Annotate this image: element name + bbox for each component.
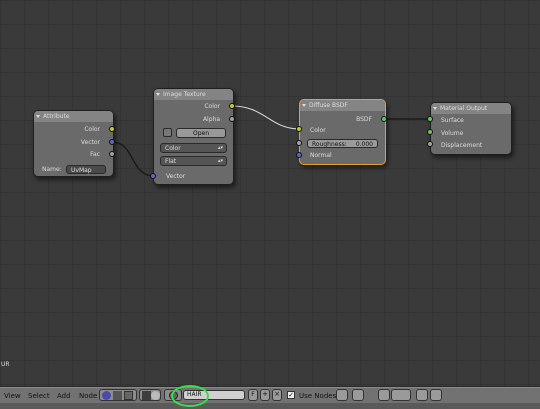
diffuse-bsdf-node[interactable]: Diffuse BSDF BSDF Color Roughness: 0.000…: [299, 99, 386, 165]
snap-element-dropdown[interactable]: [391, 389, 411, 401]
paste-nodes-button[interactable]: [430, 389, 442, 401]
material-displacement-input-socket[interactable]: [427, 141, 433, 147]
attribute-node-title: Attribute: [43, 113, 70, 120]
attribute-color-socket[interactable]: [109, 126, 115, 132]
backdrop-button[interactable]: [336, 389, 348, 401]
menu-select[interactable]: Select: [28, 392, 50, 401]
world-icon: [151, 391, 160, 400]
node-links: [111, 105, 431, 177]
color-space-value: Color: [165, 145, 181, 152]
unlink-material-button[interactable]: ×: [272, 389, 282, 401]
fake-user-button[interactable]: F: [248, 389, 258, 401]
viewport-corner-label: UR: [1, 361, 10, 368]
link-image-color-to-diffuse-color: [231, 105, 301, 130]
node-editor-canvas[interactable]: Attribute Color Vector Fac Name: UvMap I…: [0, 0, 540, 386]
attribute-output-color-label: Color: [84, 126, 100, 133]
image-texture-color-socket[interactable]: [229, 103, 235, 109]
shader-sphere-icon: [102, 391, 111, 400]
collapse-triangle-icon[interactable]: [156, 93, 160, 96]
object-world-selector[interactable]: [139, 389, 161, 401]
use-nodes-label: Use Nodes: [299, 392, 337, 400]
attribute-fac-socket[interactable]: [109, 151, 115, 157]
object-icon: [142, 391, 151, 400]
material-output-node-title: Material Output: [440, 105, 488, 112]
link-attribute-vector-to-image-vector: [111, 141, 155, 177]
diffuse-input-normal-label: Normal: [310, 152, 332, 159]
menu-add[interactable]: Add: [57, 392, 71, 401]
diffuse-bsdf-output-socket[interactable]: [381, 116, 387, 122]
roughness-value: 0.000: [355, 141, 373, 148]
image-browse-icon[interactable]: [163, 128, 172, 137]
diffuse-bsdf-node-title: Diffuse BSDF: [309, 102, 348, 109]
compositing-icon: [124, 391, 133, 400]
collapse-triangle-icon[interactable]: [302, 104, 306, 107]
image-texture-output-alpha-label: Alpha: [202, 116, 220, 123]
image-texture-node-title: Image Texture: [163, 91, 206, 98]
menu-view[interactable]: View: [4, 392, 21, 401]
attribute-vector-socket[interactable]: [109, 139, 115, 145]
texture-icon: [113, 391, 122, 400]
image-texture-vector-input-socket[interactable]: [150, 173, 156, 179]
diffuse-color-input-socket[interactable]: [296, 126, 302, 132]
roughness-label: Roughness:: [312, 141, 347, 148]
material-surface-input-socket[interactable]: [427, 116, 433, 122]
diffuse-bsdf-node-header[interactable]: Diffuse BSDF: [300, 100, 385, 111]
material-volume-input-socket[interactable]: [427, 129, 433, 135]
collapse-triangle-icon[interactable]: [433, 107, 437, 110]
attribute-output-vector-label: Vector: [80, 139, 100, 146]
fake-user-label: F: [251, 391, 255, 398]
material-output-surface-label: Surface: [441, 117, 464, 124]
material-name-highlight-annotation: [171, 385, 209, 407]
shader-type-selector[interactable]: [99, 389, 137, 401]
attribute-output-fac-label: Fac: [90, 151, 100, 158]
dropdown-arrows-icon: ▴▾: [217, 145, 223, 151]
projection-dropdown[interactable]: Flat ▴▾: [160, 156, 227, 166]
pin-button[interactable]: [352, 389, 364, 401]
copy-nodes-button[interactable]: [416, 389, 428, 401]
header-divider: [0, 387, 540, 388]
diffuse-input-color-label: Color: [310, 127, 326, 134]
attribute-name-label: Name:: [42, 166, 62, 173]
image-texture-node[interactable]: Image Texture Color Alpha Open Color ▴▾ …: [153, 88, 234, 185]
menu-node[interactable]: Node: [79, 392, 97, 401]
color-space-dropdown[interactable]: Color ▴▾: [160, 143, 227, 153]
dropdown-arrows-icon: ▴▾: [217, 158, 223, 164]
projection-value: Flat: [165, 158, 177, 165]
diffuse-normal-input-socket[interactable]: [296, 152, 302, 158]
diffuse-roughness-input-socket[interactable]: [296, 140, 302, 146]
material-output-displacement-label: Displacement: [441, 142, 483, 149]
attribute-name-field[interactable]: UvMap: [66, 165, 106, 174]
material-output-node-header[interactable]: Material Output: [431, 103, 511, 114]
attribute-node-header[interactable]: Attribute: [34, 111, 113, 122]
collapse-triangle-icon[interactable]: [36, 115, 40, 118]
material-output-node[interactable]: Material Output Surface Volume Displacem…: [430, 102, 512, 155]
new-material-button[interactable]: +: [260, 389, 270, 401]
attribute-node[interactable]: Attribute Color Vector Fac Name: UvMap: [33, 110, 114, 177]
roughness-field[interactable]: Roughness: 0.000: [307, 139, 378, 148]
image-texture-alpha-socket[interactable]: [229, 116, 235, 122]
snap-toggle-button[interactable]: [378, 389, 390, 401]
use-nodes-checkbox[interactable]: ✓: [287, 391, 295, 399]
image-texture-node-header[interactable]: Image Texture: [154, 89, 233, 100]
material-output-volume-label: Volume: [441, 130, 464, 137]
status-strip: [0, 403, 540, 409]
image-texture-output-color-label: Color: [204, 103, 220, 110]
diffuse-bsdf-output-label: BSDF: [356, 116, 372, 123]
image-texture-input-vector-label: Vector: [166, 173, 186, 180]
image-open-button[interactable]: Open: [176, 128, 226, 138]
